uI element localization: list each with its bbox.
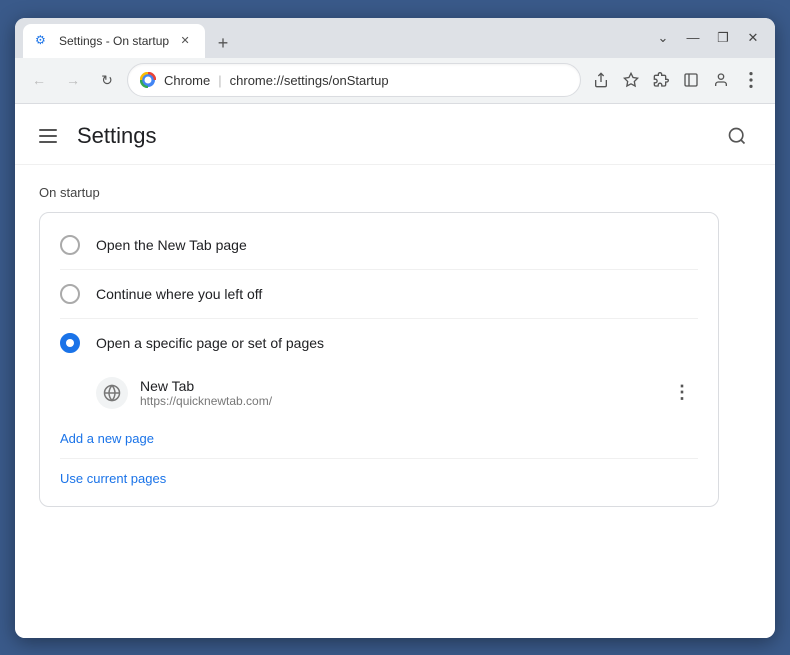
toolbar-icons xyxy=(587,66,765,94)
settings-card: Open the New Tab page Continue where you… xyxy=(39,212,719,507)
title-bar: ⚙ Settings - On startup ✕ + ⌄ — ❐ ✕ xyxy=(15,18,775,58)
chevron-down-button[interactable]: ⌄ xyxy=(649,24,677,52)
address-url: chrome://settings/onStartup xyxy=(230,73,568,88)
radio-item-continue[interactable]: Continue where you left off xyxy=(40,270,718,318)
radio-label-new-tab: Open the New Tab page xyxy=(96,237,247,253)
close-button[interactable]: ✕ xyxy=(739,24,767,52)
url-info: New Tab https://quicknewtab.com/ xyxy=(140,378,654,408)
toolbar: ← → ↻ Chrome | chrome://settings/onStart… xyxy=(15,58,775,104)
tab-favicon: ⚙ xyxy=(35,33,51,49)
radio-circle-continue xyxy=(60,284,80,304)
browser-window: ⚙ Settings - On startup ✕ + ⌄ — ❐ ✕ ← → … xyxy=(15,18,775,638)
radio-label-continue: Continue where you left off xyxy=(96,286,262,302)
window-controls: ⌄ — ❐ ✕ xyxy=(649,24,767,52)
page-header-left: Settings xyxy=(35,123,157,149)
active-tab[interactable]: ⚙ Settings - On startup ✕ xyxy=(23,24,205,58)
url-name: New Tab xyxy=(140,378,654,394)
search-button[interactable] xyxy=(719,118,755,154)
url-address: https://quicknewtab.com/ xyxy=(140,394,654,408)
page-body: On startup Open the New Tab page Continu… xyxy=(15,165,775,638)
radio-circle-specific xyxy=(60,333,80,353)
url-globe-icon xyxy=(96,377,128,409)
address-separator: | xyxy=(218,73,221,88)
hamburger-menu[interactable] xyxy=(35,125,61,147)
radio-item-specific[interactable]: Open a specific page or set of pages xyxy=(40,319,718,367)
forward-button[interactable]: → xyxy=(59,66,87,94)
extension-icon[interactable] xyxy=(647,66,675,94)
profile-icon[interactable] xyxy=(707,66,735,94)
page-header: Settings xyxy=(15,104,775,165)
new-tab-button[interactable]: + xyxy=(209,30,237,58)
url-more-button[interactable]: ⋮ xyxy=(666,377,698,409)
tab-close-button[interactable]: ✕ xyxy=(177,33,193,49)
address-favicon xyxy=(140,72,156,88)
page-title: Settings xyxy=(77,123,157,149)
back-button[interactable]: ← xyxy=(25,66,53,94)
tab-title: Settings - On startup xyxy=(59,34,169,48)
address-bar[interactable]: Chrome | chrome://settings/onStartup xyxy=(127,63,581,97)
radio-label-specific: Open a specific page or set of pages xyxy=(96,335,324,351)
page-content: Settings On startup Open the New Tab pag… xyxy=(15,104,775,638)
refresh-button[interactable]: ↻ xyxy=(93,66,121,94)
menu-icon[interactable] xyxy=(737,66,765,94)
radio-item-new-tab[interactable]: Open the New Tab page xyxy=(40,221,718,269)
startup-url-item: New Tab https://quicknewtab.com/ ⋮ xyxy=(40,367,718,419)
section-title: On startup xyxy=(39,185,751,200)
bookmark-icon[interactable] xyxy=(617,66,645,94)
tab-area: ⚙ Settings - On startup ✕ + xyxy=(23,18,645,58)
maximize-button[interactable]: ❐ xyxy=(709,24,737,52)
radio-circle-new-tab xyxy=(60,235,80,255)
add-new-page-button[interactable]: Add a new page xyxy=(40,419,174,458)
minimize-button[interactable]: — xyxy=(679,24,707,52)
sidebar-icon[interactable] xyxy=(677,66,705,94)
use-current-pages-button[interactable]: Use current pages xyxy=(40,459,186,498)
share-icon[interactable] xyxy=(587,66,615,94)
address-chrome-label: Chrome xyxy=(164,73,210,88)
